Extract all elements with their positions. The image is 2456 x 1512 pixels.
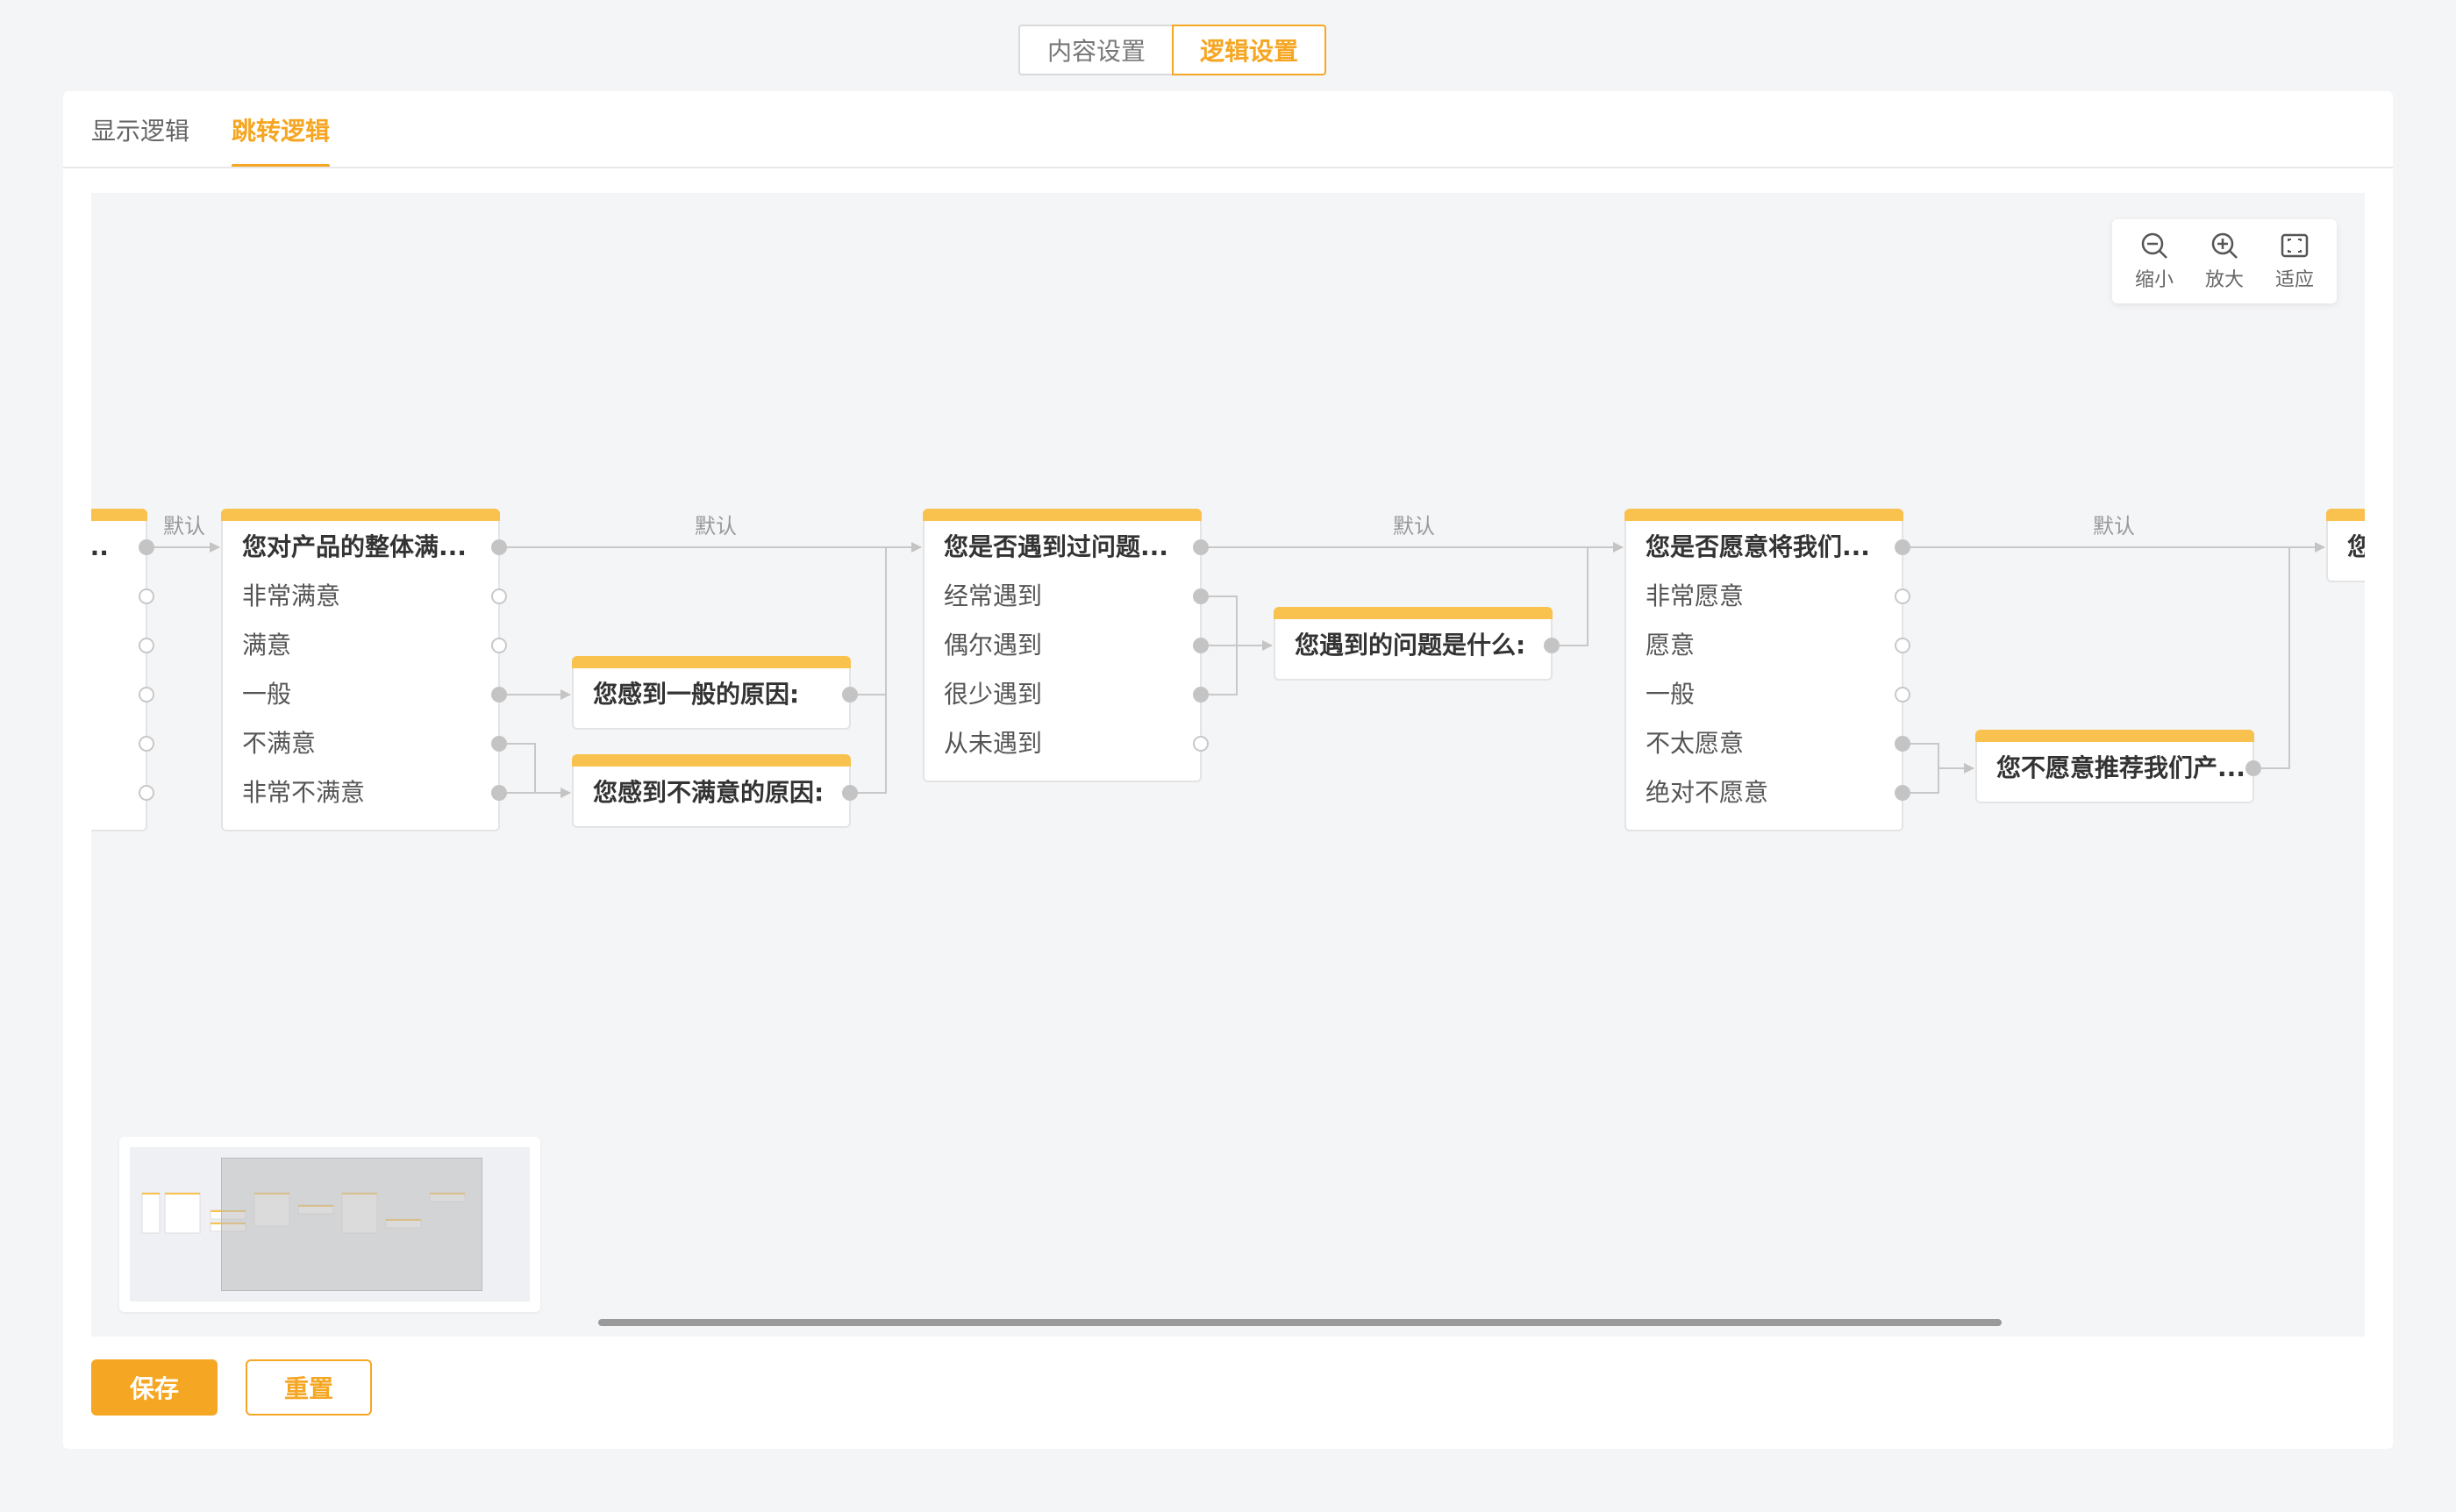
logic-card: 显示逻辑 跳转逻辑 默认 默认 默认 默认 .. 您对产品的整体满... 非常满… [63,91,2393,1449]
node-header [221,509,500,521]
node-header [1274,607,1553,619]
node-header [572,754,851,767]
output-port[interactable] [491,785,507,801]
output-port[interactable] [491,687,507,703]
output-port[interactable] [1895,588,1910,604]
output-port[interactable] [491,539,507,555]
node-header [2326,509,2365,521]
save-button[interactable]: 保存 [91,1359,218,1416]
question-node[interactable]: ... [91,509,154,831]
output-port[interactable] [139,638,154,653]
zoom-out-icon [2141,232,2167,259]
option-row: 非常满意 [242,581,341,610]
output-port[interactable] [1544,638,1560,653]
question-node-reason-unsatisfied[interactable]: 您感到不满意的原因: [572,754,858,828]
node-title: 您 [2347,532,2365,561]
output-port[interactable] [842,687,858,703]
node-title: 您是否愿意将我们... [1646,532,1870,561]
option-row: 偶尔遇到 [944,631,1043,660]
output-port[interactable] [1895,736,1910,752]
output-port[interactable] [139,687,154,703]
output-port[interactable] [139,785,154,801]
output-port[interactable] [1895,687,1910,703]
option-row: 不满意 [242,729,317,758]
edge-label-default: 默认 [2093,514,2135,538]
fit-view-icon [2281,233,2309,258]
option-row: 一般 [1646,680,1696,709]
option-row: 绝对不愿意 [1646,778,1769,807]
question-node[interactable]: 您 [2326,509,2365,582]
subtab-jump-logic[interactable]: 跳转逻辑 [232,112,331,168]
output-port[interactable] [491,588,507,604]
node-title: 您不愿意推荐我们产... [1996,753,2245,782]
output-port[interactable] [139,539,154,555]
output-port[interactable] [1193,736,1209,752]
option-row: 非常不满意 [242,778,366,807]
output-port[interactable] [1895,539,1910,555]
node-header [91,509,147,521]
node-title: 您是否遇到过问题... [944,532,1168,561]
option-row: 满意 [242,631,292,660]
question-node-problem-what[interactable]: 您遇到的问题是什么: [1274,607,1560,681]
option-row: 一般 [242,680,292,709]
edge-label-default: 默认 [163,514,205,538]
tab-content-settings[interactable]: 内容设置 [1018,25,1173,75]
output-port[interactable] [491,736,507,752]
tab-divider [63,167,2393,168]
output-port[interactable] [139,736,154,752]
zoom-in-icon [2211,232,2238,259]
minimap[interactable] [119,1137,540,1312]
output-port[interactable] [1895,785,1910,801]
output-port[interactable] [139,588,154,604]
node-title: 您感到一般的原因: [593,680,800,709]
output-port[interactable] [1193,638,1209,653]
subtab-display-logic[interactable]: 显示逻辑 [91,112,189,158]
node-header [1624,509,1903,521]
question-node-reason-general[interactable]: 您感到一般的原因: [572,656,858,730]
zoom-toolbar: 缩小 放大 适应 [2112,219,2337,303]
zoom-out-button[interactable]: 缩小 [2135,231,2174,292]
horizontal-scrollbar[interactable] [598,1319,2002,1326]
option-row: 愿意 [1646,631,1696,660]
edge-label-default: 默认 [695,514,737,538]
node-header [923,509,1202,521]
node-header [572,656,851,668]
question-node-satisfaction[interactable]: 您对产品的整体满... 非常满意 满意 一般 不满意 非常不满意 [221,509,507,831]
edge-label-default: 默认 [1393,514,1435,538]
fit-view-button[interactable]: 适应 [2275,231,2314,292]
option-row: 很少遇到 [944,680,1043,709]
output-port[interactable] [1193,588,1209,604]
node-title: ... [91,532,109,561]
output-port[interactable] [842,785,858,801]
flow-canvas[interactable]: 默认 默认 默认 默认 ... 您对产品的整体满... 非常满意 满意 一般 不… [91,193,2365,1337]
output-port[interactable] [1895,638,1910,653]
node-header [1975,730,2254,742]
question-node-recommend[interactable]: 您是否愿意将我们... 非常愿意 愿意 一般 不太愿意 绝对不愿意 [1624,509,1910,831]
option-row: 非常愿意 [1646,581,1745,610]
minimap-viewport[interactable] [221,1158,482,1291]
node-title: 您感到不满意的原因: [593,778,825,807]
output-port[interactable] [2245,760,2261,776]
zoom-in-label: 放大 [2204,269,2244,291]
output-port[interactable] [1193,539,1209,555]
option-row: 不太愿意 [1646,729,1745,758]
question-node-problems[interactable]: 您是否遇到过问题... 经常遇到 偶尔遇到 很少遇到 从未遇到 [923,509,1209,782]
minimap-canvas [130,1147,530,1302]
question-node-not-recommend[interactable]: 您不愿意推荐我们产... [1975,730,2261,803]
node-title: 您遇到的问题是什么: [1295,631,1526,660]
node-title: 您对产品的整体满... [242,532,467,561]
reset-button[interactable]: 重置 [246,1359,372,1416]
zoom-in-button[interactable]: 放大 [2205,231,2244,292]
option-row: 从未遇到 [944,729,1043,758]
option-row: 经常遇到 [944,581,1043,610]
fit-view-label: 适应 [2274,269,2314,291]
output-port[interactable] [491,638,507,653]
output-port[interactable] [1193,687,1209,703]
zoom-out-label: 缩小 [2134,269,2174,291]
tab-logic-settings[interactable]: 逻辑设置 [1172,25,1326,75]
